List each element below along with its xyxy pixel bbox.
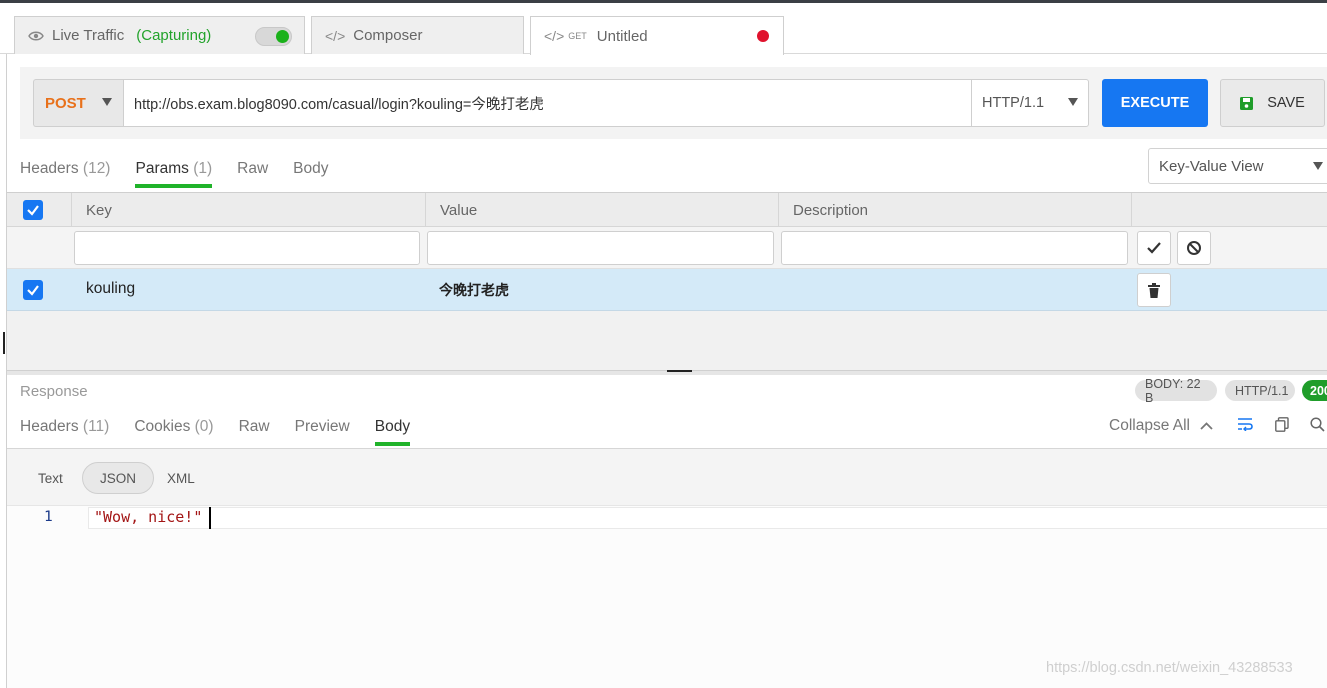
view-mode-select[interactable]: Key-Value View (1148, 148, 1327, 184)
resize-marker (3, 332, 5, 354)
params-table: Key Value Description kouling 今晚打老虎 (7, 192, 1327, 370)
tab-label: Body (293, 160, 329, 177)
method-badge: GET (568, 31, 587, 41)
format-json-button[interactable]: JSON (82, 462, 155, 494)
tab-label: Preview (294, 418, 350, 435)
response-title: Response (20, 383, 88, 400)
collapse-all-button[interactable]: Collapse All (1109, 417, 1213, 435)
tab-response-preview[interactable]: Preview (295, 408, 350, 448)
status-badge: 200 (1302, 380, 1327, 401)
table-header: Key Value Description (7, 193, 1327, 227)
text-cursor (209, 507, 211, 529)
tab-composer[interactable]: </> Composer (311, 16, 524, 54)
code-icon: </> (544, 28, 565, 44)
chevron-down-icon (1068, 98, 1078, 106)
tab-label: Params (135, 160, 189, 177)
http-version-value: HTTP/1.1 (982, 95, 1045, 111)
tab-label: Raw (238, 418, 270, 435)
eye-icon (28, 30, 44, 42)
code-icon: </> (325, 27, 346, 44)
tab-response-cookies[interactable]: Cookies (0) (134, 408, 213, 448)
tab-label: Headers (20, 160, 79, 177)
delete-param-button[interactable] (1137, 273, 1171, 307)
check-icon (27, 285, 39, 296)
http-version-badge: HTTP/1.1 (1225, 380, 1295, 401)
body-size-badge: BODY: 22 B (1135, 377, 1217, 405)
word-wrap-icon[interactable] (1237, 417, 1253, 431)
format-bar: Text JSON XML (7, 448, 1327, 506)
url-input[interactable]: http://obs.exam.blog8090.com/casual/logi… (123, 79, 972, 127)
column-key: Key (71, 193, 425, 227)
tab-count: (0) (194, 418, 214, 435)
tab-response-headers[interactable]: Headers (11) (20, 408, 109, 448)
tab-untitled-label: Untitled (596, 27, 648, 45)
save-button[interactable]: SAVE (1220, 79, 1325, 127)
line-number: 1 (44, 509, 53, 525)
param-value[interactable]: 今晚打老虎 (439, 280, 509, 300)
method-select[interactable]: POST (33, 79, 124, 127)
row-checkbox[interactable] (23, 280, 43, 300)
tab-bar: Live Traffic (Capturing) </> Composer </… (0, 3, 1327, 55)
format-xml-button[interactable]: XML (167, 462, 195, 494)
tab-headers[interactable]: Headers (12) (20, 150, 110, 192)
tab-raw[interactable]: Raw (237, 150, 268, 192)
tab-label: Body (374, 418, 411, 435)
response-tabs: Headers (11) Cookies (0) Raw Preview Bod… (0, 408, 435, 448)
capture-toggle[interactable] (255, 27, 292, 46)
chevron-down-icon (1313, 162, 1323, 170)
confirm-param-button[interactable] (1137, 231, 1171, 265)
splitter-grip-icon[interactable] (667, 370, 692, 372)
new-param-row (7, 227, 1327, 269)
tab-body[interactable]: Body (293, 150, 328, 192)
new-value-input[interactable] (427, 231, 774, 265)
request-bar: POST http://obs.exam.blog8090.com/casual… (20, 67, 1327, 139)
unsaved-dot-icon (757, 30, 769, 42)
tab-label: Cookies (134, 418, 191, 435)
trash-icon (1148, 282, 1160, 298)
chevron-down-icon (102, 98, 112, 106)
tab-label: Headers (20, 418, 79, 435)
table-row: kouling 今晚打老虎 (7, 269, 1327, 311)
tab-live-label: Live Traffic (52, 27, 125, 44)
check-icon (1147, 242, 1161, 254)
save-label: SAVE (1267, 95, 1305, 111)
column-description: Description (778, 193, 1131, 227)
method-value: POST (45, 94, 86, 112)
tab-untitled[interactable]: </> GET Untitled (530, 16, 784, 55)
param-key[interactable]: kouling (86, 280, 135, 298)
toggle-knob (276, 30, 289, 43)
tab-count: (1) (193, 160, 213, 177)
http-version-select[interactable]: HTTP/1.1 (971, 79, 1089, 127)
column-actions (1131, 193, 1327, 227)
new-key-input[interactable] (74, 231, 420, 265)
tab-label: Raw (237, 160, 269, 177)
tab-composer-label: Composer (353, 27, 423, 44)
tab-params[interactable]: Params (1) (135, 150, 212, 192)
tab-count: (12) (82, 160, 111, 177)
code-line-highlight (88, 507, 1327, 529)
ban-icon (1187, 241, 1201, 255)
chevron-up-icon (1200, 422, 1213, 430)
select-all-checkbox[interactable] (23, 200, 43, 220)
new-description-input[interactable] (781, 231, 1128, 265)
json-string[interactable]: "Wow, nice!" (94, 508, 202, 526)
tab-live-traffic[interactable]: Live Traffic (Capturing) (14, 16, 305, 54)
execute-button[interactable]: EXECUTE (1102, 79, 1208, 127)
copy-icon[interactable] (1275, 417, 1289, 432)
tab-response-raw[interactable]: Raw (239, 408, 270, 448)
capturing-status: (Capturing) (136, 27, 212, 44)
watermark: https://blog.csdn.net/weixin_43288533 (1046, 660, 1293, 676)
collapse-all-label: Collapse All (1109, 417, 1190, 434)
floppy-disk-icon (1240, 96, 1254, 110)
search-icon[interactable] (1310, 417, 1325, 432)
request-tabs: Headers (12) Params (1) Raw Body (0, 150, 354, 192)
tab-count: (11) (82, 418, 110, 435)
cancel-param-button[interactable] (1177, 231, 1211, 265)
tab-response-body[interactable]: Body (374, 408, 411, 448)
check-icon (27, 205, 39, 216)
column-value: Value (425, 193, 778, 227)
format-text-button[interactable]: Text (38, 462, 63, 494)
view-mode-value: Key-Value View (1159, 157, 1264, 175)
